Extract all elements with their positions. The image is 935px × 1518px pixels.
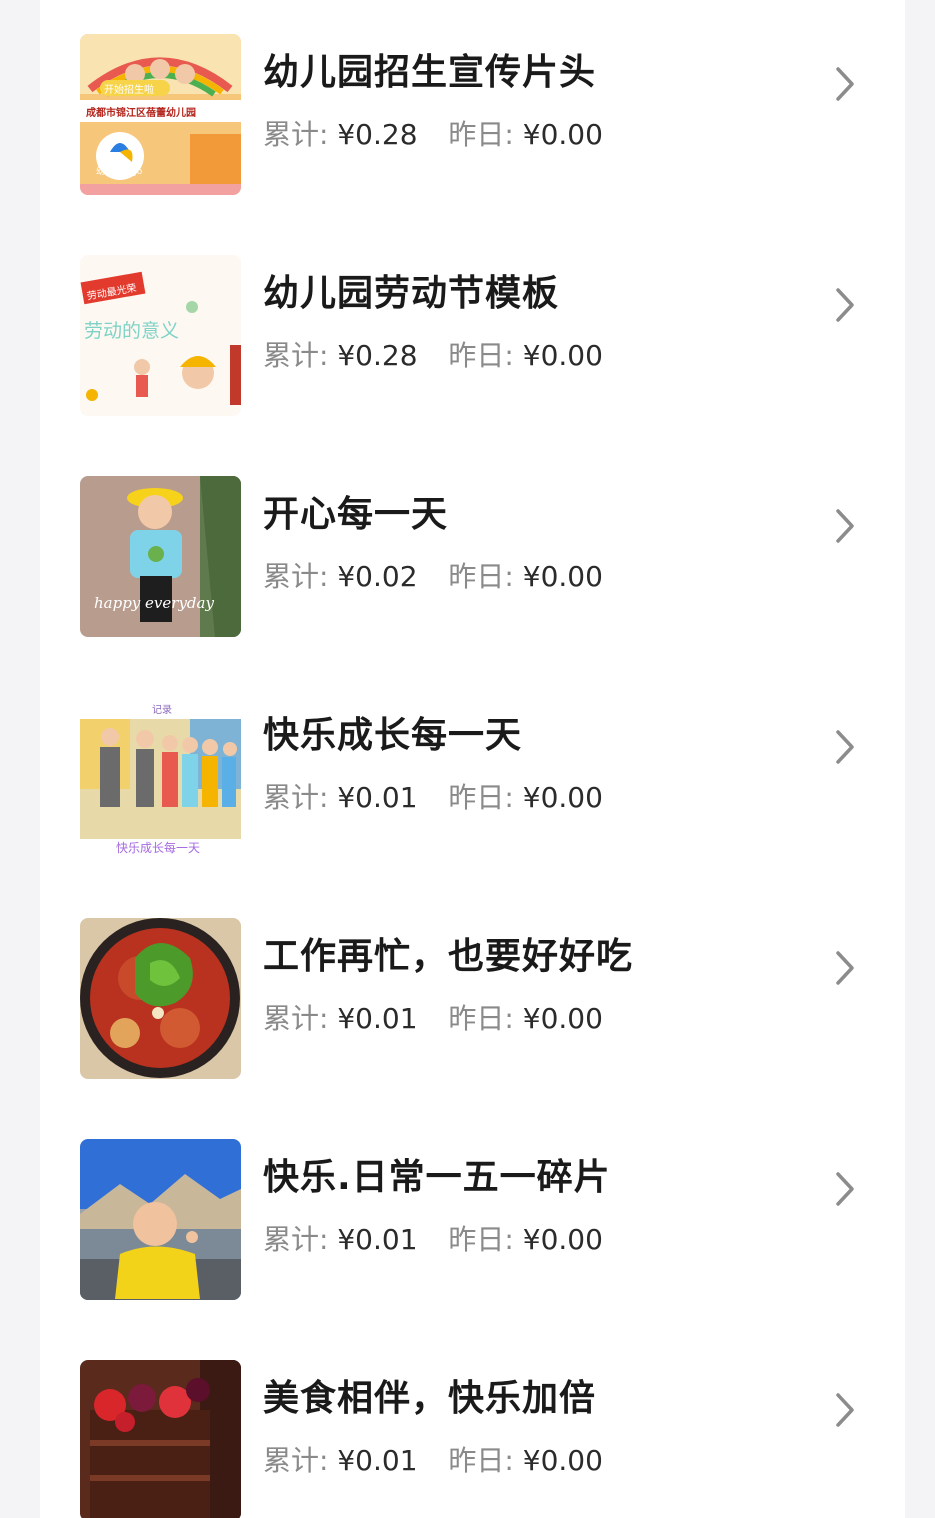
yesterday-label: 昨日: (448, 339, 514, 372)
yesterday-value: ¥0.00 (522, 781, 603, 814)
item-title: 快乐.日常一五一碎片 (263, 1157, 611, 1198)
item-title: 美食相伴，快乐加倍 (263, 1378, 597, 1419)
svg-text:成都市锦江区蓓蕾幼儿园: 成都市锦江区蓓蕾幼儿园 (86, 106, 196, 119)
list-item[interactable]: 快乐.日常一五一碎片 累计: ¥0.01 昨日: ¥0.00 (40, 1105, 905, 1326)
yesterday-value: ¥0.00 (522, 1223, 603, 1256)
chevron-right-icon[interactable] (830, 64, 860, 104)
kindergarten-enrollment-thumbnail: 开始招生啦 成都市锦江区蓓蕾幼儿园 幼儿园logo (80, 34, 241, 195)
chocolate-cake-photo-thumbnail (80, 1360, 241, 1518)
child-mountain-photo-thumbnail (80, 1139, 241, 1300)
list-item[interactable]: 工作再忙，也要好好吃 累计: ¥0.01 昨日: ¥0.00 (40, 884, 905, 1105)
item-title: 幼儿园招生宣传片头 (263, 52, 597, 93)
total-label: 累计: (263, 1223, 329, 1256)
chevron-right-icon[interactable] (830, 727, 860, 767)
item-title: 幼儿园劳动节模板 (263, 273, 560, 314)
child-outdoor-photo-thumbnail: happy everyday (80, 476, 241, 637)
total-label: 累计: (263, 339, 329, 372)
total-value: ¥0.01 (337, 1223, 418, 1256)
item-title: 开心每一天 (263, 494, 449, 535)
item-stats: 累计: ¥0.01 昨日: ¥0.00 (263, 1439, 625, 1479)
children-group-photo-thumbnail: 记录 快乐成长每一天 (80, 697, 241, 858)
svg-text:劳动的意义: 劳动的意义 (84, 320, 179, 342)
chevron-right-icon[interactable] (830, 506, 860, 546)
total-label: 累计: (263, 1002, 329, 1035)
total-label: 累计: (263, 1444, 329, 1477)
svg-text:happy everyday: happy everyday (94, 594, 214, 612)
chevron-right-icon[interactable] (830, 285, 860, 325)
yesterday-value: ¥0.00 (522, 560, 603, 593)
list-item[interactable]: 开始招生啦 成都市锦江区蓓蕾幼儿园 幼儿园logo 幼儿园招生宣传片头 累计: … (40, 0, 905, 221)
item-stats: 累计: ¥0.28 昨日: ¥0.00 (263, 113, 625, 153)
total-label: 累计: (263, 118, 329, 151)
yesterday-label: 昨日: (448, 118, 514, 151)
list-item[interactable]: 记录 快乐成长每一天 快乐成长每一天 累计: ¥0.01 昨日: ¥0.00 (40, 663, 905, 884)
item-stats: 累计: ¥0.02 昨日: ¥0.00 (263, 555, 625, 595)
yesterday-label: 昨日: (448, 1444, 514, 1477)
spicy-dish-photo-thumbnail (80, 918, 241, 1079)
list-item[interactable]: 劳动最光荣 劳动的意义 幼儿园劳动节模板 累计: ¥0.28 昨日: ¥0.00 (40, 221, 905, 442)
svg-text:快乐成长每一天: 快乐成长每一天 (116, 840, 200, 855)
total-value: ¥0.01 (337, 1002, 418, 1035)
yesterday-value: ¥0.00 (522, 118, 603, 151)
chevron-right-icon[interactable] (830, 1390, 860, 1430)
svg-text:开始招生啦: 开始招生啦 (104, 83, 154, 96)
total-value: ¥0.28 (337, 118, 418, 151)
total-value: ¥0.01 (337, 1444, 418, 1477)
total-value: ¥0.02 (337, 560, 418, 593)
yesterday-label: 昨日: (448, 560, 514, 593)
item-stats: 累计: ¥0.01 昨日: ¥0.00 (263, 1218, 625, 1258)
list-item[interactable]: 美食相伴，快乐加倍 累计: ¥0.01 昨日: ¥0.00 (40, 1326, 905, 1518)
svg-text:幼儿园logo: 幼儿园logo (96, 165, 143, 177)
item-title: 快乐成长每一天 (263, 715, 523, 756)
labor-day-thumbnail: 劳动最光荣 劳动的意义 (80, 255, 241, 416)
yesterday-value: ¥0.00 (522, 1002, 603, 1035)
chevron-right-icon[interactable] (830, 948, 860, 988)
svg-text:记录: 记录 (152, 704, 172, 716)
yesterday-value: ¥0.00 (522, 1444, 603, 1477)
chevron-right-icon[interactable] (830, 1169, 860, 1209)
yesterday-value: ¥0.00 (522, 339, 603, 372)
total-value: ¥0.28 (337, 339, 418, 372)
item-title: 工作再忙，也要好好吃 (263, 936, 634, 977)
video-earnings-list: 开始招生啦 成都市锦江区蓓蕾幼儿园 幼儿园logo 幼儿园招生宣传片头 累计: … (40, 0, 905, 1518)
total-label: 累计: (263, 560, 329, 593)
item-stats: 累计: ¥0.01 昨日: ¥0.00 (263, 776, 625, 816)
total-value: ¥0.01 (337, 781, 418, 814)
total-label: 累计: (263, 781, 329, 814)
yesterday-label: 昨日: (448, 1002, 514, 1035)
item-stats: 累计: ¥0.01 昨日: ¥0.00 (263, 997, 625, 1037)
yesterday-label: 昨日: (448, 781, 514, 814)
list-item[interactable]: happy everyday 开心每一天 累计: ¥0.02 昨日: ¥0.00 (40, 442, 905, 663)
yesterday-label: 昨日: (448, 1223, 514, 1256)
item-stats: 累计: ¥0.28 昨日: ¥0.00 (263, 334, 625, 374)
